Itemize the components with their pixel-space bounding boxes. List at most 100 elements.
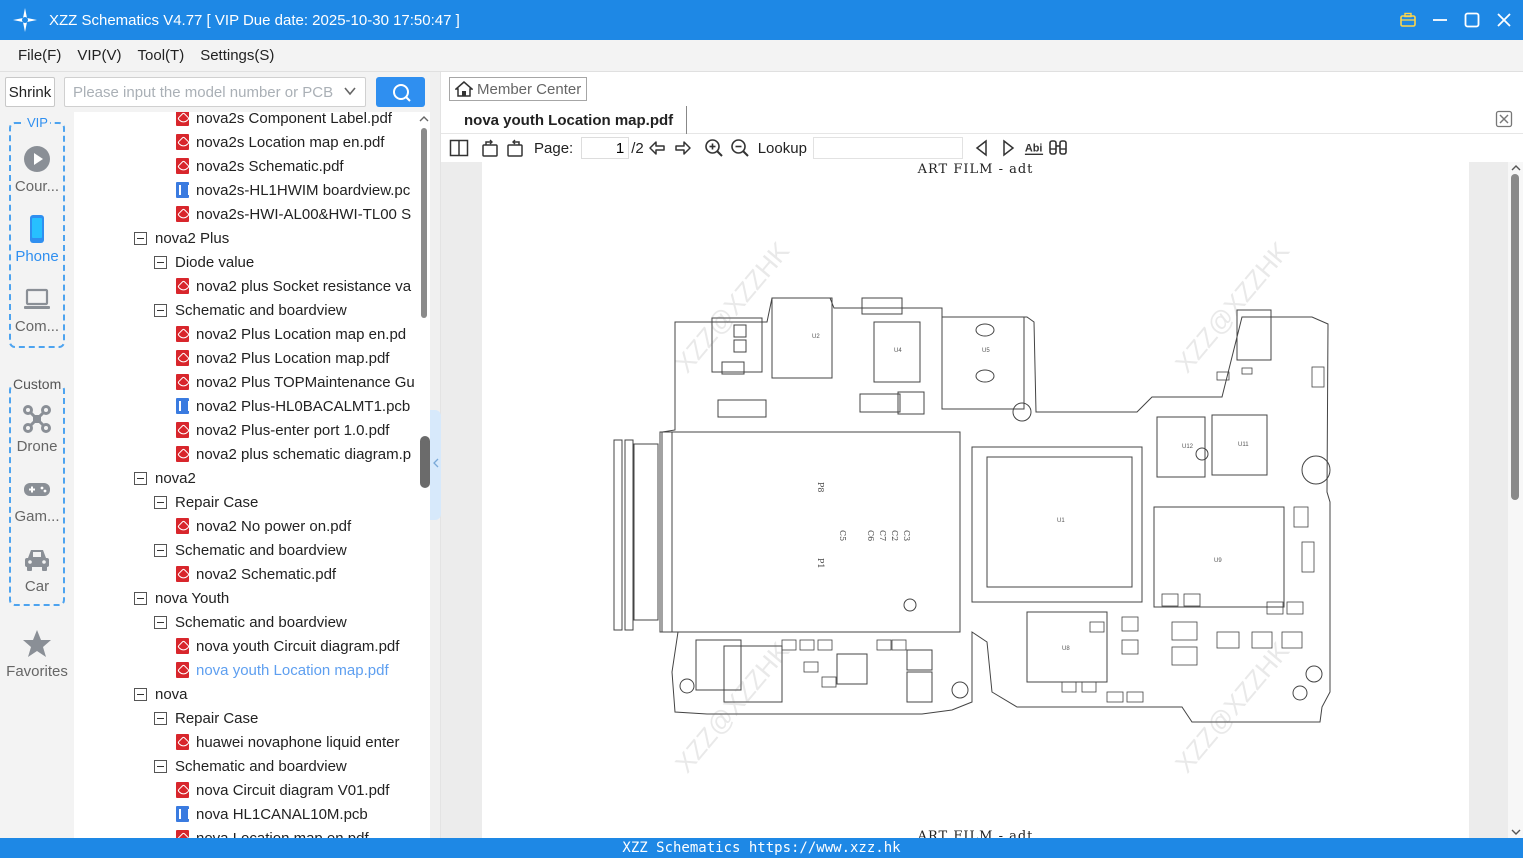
tree-folder[interactable]: Schematic and boardview xyxy=(154,610,347,634)
tree-scroll-thumb[interactable] xyxy=(421,128,427,318)
tab-document[interactable]: nova youth Location map.pdf xyxy=(451,106,688,134)
match-case-icon[interactable]: Abi xyxy=(1023,137,1045,159)
menu-file[interactable]: File(F) xyxy=(18,47,61,64)
page-number-input[interactable] xyxy=(581,137,630,159)
collapse-toggle-icon[interactable] xyxy=(134,231,147,245)
collapse-panel-button[interactable] xyxy=(430,410,441,520)
scroll-up-icon[interactable] xyxy=(419,114,429,124)
status-bar: XZZ Schematics https://www.xzz.hk xyxy=(0,838,1523,858)
rotate-left-icon[interactable] xyxy=(479,137,501,159)
pdf-file-icon xyxy=(176,112,189,126)
tree-folder[interactable]: Schematic and boardview xyxy=(154,298,347,322)
scroll-down-icon[interactable] xyxy=(1511,828,1521,836)
category-label: Car xyxy=(24,578,50,595)
tree-item-label: nova2 Plus xyxy=(155,229,230,247)
tree-file[interactable]: nova2s Schematic.pdf xyxy=(176,154,344,178)
tree-file[interactable]: nova2s-HL1HWIM boardview.pc xyxy=(176,178,410,202)
tree-file[interactable]: nova2 Schematic.pdf xyxy=(176,562,336,586)
tree-file[interactable]: nova youth Circuit diagram.pdf xyxy=(176,634,399,658)
menu-tool[interactable]: Tool(T) xyxy=(138,47,185,64)
menu-settings[interactable]: Settings(S) xyxy=(200,47,274,64)
chevron-left-icon xyxy=(433,458,439,468)
tree-file[interactable]: nova2s Location map en.pdf xyxy=(176,130,384,154)
tree-folder[interactable]: Schematic and boardview xyxy=(154,538,347,562)
tree-file[interactable]: nova2 No power on.pdf xyxy=(176,514,351,538)
zoom-out-icon[interactable] xyxy=(729,137,751,159)
member-center-button[interactable]: Member Center xyxy=(449,77,587,101)
collapse-toggle-icon[interactable] xyxy=(154,303,167,317)
collapse-toggle-icon[interactable] xyxy=(154,495,167,509)
collapse-toggle-icon[interactable] xyxy=(154,759,167,773)
shrink-button[interactable]: Shrink xyxy=(5,77,55,107)
collapse-toggle-icon[interactable] xyxy=(154,255,167,269)
tree-folder[interactable]: Repair Case xyxy=(154,490,258,514)
tree-file[interactable]: huawei novaphone liquid enter xyxy=(176,730,400,754)
tree-file[interactable]: nova2 Plus-enter port 1.0.pdf xyxy=(176,418,389,442)
category-favorites[interactable]: Favorites xyxy=(0,629,74,680)
collapse-toggle-icon[interactable] xyxy=(154,543,167,557)
search-button[interactable] xyxy=(376,77,425,107)
tree-file[interactable]: nova Circuit diagram V01.pdf xyxy=(176,778,389,802)
find-next-icon[interactable] xyxy=(997,137,1019,159)
tree-folder[interactable]: Diode value xyxy=(154,250,254,274)
maximize-button[interactable] xyxy=(1463,11,1481,29)
tree-folder[interactable]: nova Youth xyxy=(134,586,229,610)
tree-file[interactable]: nova2 Plus Location map en.pd xyxy=(176,322,406,346)
tree-file[interactable]: nova2s-HWI-AL00&HWI-TL00 S xyxy=(176,202,411,226)
scroll-up-icon[interactable] xyxy=(1511,164,1521,172)
svg-text:U5: U5 xyxy=(982,348,990,354)
rotate-right-icon[interactable] xyxy=(504,137,526,159)
category-drone[interactable]: Drone xyxy=(0,404,74,455)
collapse-toggle-icon[interactable] xyxy=(134,471,147,485)
category-computer[interactable]: Com... xyxy=(0,284,74,335)
tree-folder[interactable]: Repair Case xyxy=(154,706,258,730)
tree-file[interactable]: nova2 Plus Location map.pdf xyxy=(176,346,389,370)
zoom-in-icon[interactable] xyxy=(703,137,725,159)
svg-text:U4: U4 xyxy=(894,348,902,354)
document-scrollbar[interactable] xyxy=(1508,162,1523,838)
collapse-toggle-icon[interactable] xyxy=(134,687,147,701)
category-phone[interactable]: Phone xyxy=(0,214,74,265)
pdf-file-icon xyxy=(176,374,189,390)
tree-folder[interactable]: nova2 Plus xyxy=(134,226,229,250)
tree-file[interactable]: nova2 Plus TOPMaintenance Gu xyxy=(176,370,415,394)
lookup-label: Lookup xyxy=(757,139,807,157)
minimize-button[interactable] xyxy=(1431,11,1449,29)
tree-drag-handle[interactable] xyxy=(420,436,430,488)
next-page-icon[interactable] xyxy=(672,137,694,159)
pdf-file-icon xyxy=(176,158,189,174)
collapse-toggle-icon[interactable] xyxy=(154,711,167,725)
close-document-icon[interactable] xyxy=(1495,110,1513,128)
lookup-input[interactable] xyxy=(812,137,963,159)
close-button[interactable] xyxy=(1495,11,1513,29)
tree-folder[interactable]: nova xyxy=(134,682,188,706)
previous-page-icon[interactable] xyxy=(646,137,668,159)
document-scroll-thumb[interactable] xyxy=(1511,174,1519,500)
pcb-file-icon xyxy=(176,398,190,414)
svg-text:Abi: Abi xyxy=(1025,143,1043,155)
briefcase-icon[interactable] xyxy=(1399,11,1417,29)
svg-text:U1: U1 xyxy=(1057,518,1065,524)
tree-file[interactable]: nova2 plus schematic diagram.p xyxy=(176,442,411,466)
document-view[interactable]: ART FILM - adt U2 U4 U5 U1 U9 U8 U11 U12… xyxy=(441,162,1508,838)
tree-folder[interactable]: Schematic and boardview xyxy=(154,754,347,778)
tree-file[interactable]: nova2s Component Label.pdf xyxy=(176,112,392,130)
find-previous-icon[interactable] xyxy=(971,137,993,159)
tree-file[interactable]: nova2 Plus-HL0BACALMT1.pcb xyxy=(176,394,410,418)
category-game[interactable]: Gam... xyxy=(0,474,74,525)
menu-vip[interactable]: VIP(V) xyxy=(77,47,121,64)
tree-file[interactable]: nova youth Location map.pdf xyxy=(176,658,389,682)
search-input[interactable] xyxy=(65,78,335,106)
tree-file[interactable]: nova Location map en.pdf xyxy=(176,826,369,838)
category-car[interactable]: Car xyxy=(0,544,74,595)
pcb-file-icon xyxy=(176,806,190,822)
sidebar-toggle-icon[interactable] xyxy=(448,137,470,159)
category-courses[interactable]: Cour... xyxy=(0,144,74,195)
tree-folder[interactable]: nova2 xyxy=(134,466,196,490)
find-all-icon[interactable] xyxy=(1047,137,1069,159)
collapse-toggle-icon[interactable] xyxy=(134,591,147,605)
collapse-toggle-icon[interactable] xyxy=(154,615,167,629)
chevron-down-icon[interactable] xyxy=(343,84,357,98)
tree-file[interactable]: nova HL1CANAL10M.pcb xyxy=(176,802,368,826)
tree-file[interactable]: nova2 plus Socket resistance va xyxy=(176,274,411,298)
